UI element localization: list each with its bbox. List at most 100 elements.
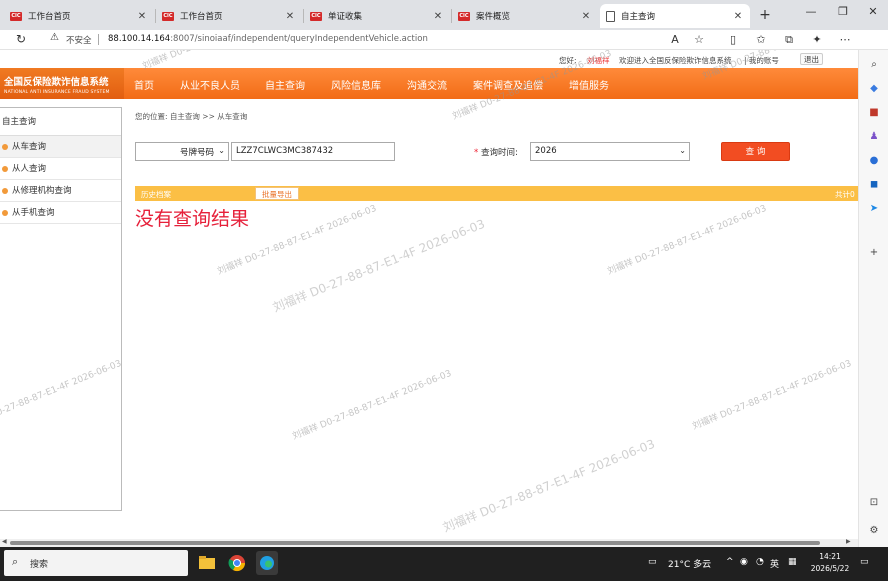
username: 刘福祥 bbox=[587, 56, 610, 65]
logo-subtitle: NATIONAL ANTI INSURANCE FRAUD SYSTEM bbox=[4, 90, 110, 95]
tab-document-collection[interactable]: CIC 单证收集 ✕ bbox=[304, 4, 450, 28]
watermark: 刘福祥 D0-27-88-87-E1-4F 2026-06-03 bbox=[270, 216, 487, 315]
screenshot-icon[interactable]: ⊡ bbox=[867, 496, 881, 510]
nav-bad-practitioners[interactable]: 从业不良人员 bbox=[180, 77, 240, 92]
chevron-down-icon: ⌄ bbox=[218, 146, 225, 155]
file-explorer-icon[interactable] bbox=[196, 551, 218, 575]
input-method-indicator[interactable]: 英 bbox=[770, 557, 779, 570]
tray-app-icon[interactable]: ◔ bbox=[756, 557, 764, 567]
collections-icon[interactable]: ⧉ bbox=[782, 33, 796, 47]
scroll-right-icon[interactable]: ▶ bbox=[846, 538, 851, 545]
search-form: 号牌号码 ⌄ LZZ7CLWC3MC387432 * 查询时间: 2026 ⌄ … bbox=[0, 142, 858, 162]
watermark: 刘福祥 D0-27-88-87-E1-4F 2026-06-03 bbox=[691, 358, 854, 433]
nav-case-investigation[interactable]: 案件调查及追偿 bbox=[473, 77, 543, 92]
nav-communication[interactable]: 沟通交流 bbox=[407, 77, 447, 92]
nav-home[interactable]: 首页 bbox=[134, 77, 154, 92]
picc-logo-icon: CIC bbox=[458, 11, 470, 21]
main-nav: 全国反保险欺诈信息系统 NATIONAL ANTI INSURANCE FRAU… bbox=[0, 68, 858, 99]
shopping-tag-icon[interactable]: ◆ bbox=[867, 82, 881, 96]
tab-self-query[interactable]: 自主查询 ✕ bbox=[600, 4, 750, 28]
more-menu-icon[interactable]: ⋯ bbox=[838, 33, 852, 46]
plate-number-input[interactable]: LZZ7CLWC3MC387432 bbox=[231, 142, 395, 161]
close-icon[interactable]: ✕ bbox=[432, 11, 444, 22]
weather-icon[interactable]: ▭ bbox=[648, 557, 657, 567]
add-icon[interactable]: + bbox=[867, 246, 881, 260]
send-icon[interactable]: ➤ bbox=[867, 202, 881, 216]
scroll-left-icon[interactable]: ◀ bbox=[2, 538, 7, 545]
browser-sidebar: ⌕ ◆ ■ ♟ ● ◼ ➤ + ⊡ ⚙ bbox=[858, 50, 888, 547]
maximize-button[interactable]: ❐ bbox=[832, 5, 854, 18]
my-account-link[interactable]: | 我的账号 bbox=[744, 55, 779, 66]
tab-case-overview[interactable]: CIC 案件概览 ✕ bbox=[452, 4, 598, 28]
search-icon: ⌕ bbox=[12, 555, 19, 568]
chevron-down-icon: ⌄ bbox=[679, 146, 686, 155]
query-time-label: * 查询时间: bbox=[474, 146, 518, 158]
close-icon[interactable]: ✕ bbox=[136, 11, 148, 22]
chevron-up-icon[interactable]: ^ bbox=[726, 557, 734, 567]
clock-date: 2026/5/22 bbox=[810, 564, 850, 573]
top-info-bar: 您好: 刘福祥 欢迎进入全国反保险欺诈信息系统 | 我的账号 退出 bbox=[0, 50, 858, 68]
notification-icon[interactable]: ▭ bbox=[860, 557, 869, 567]
security-label[interactable]: 不安全 bbox=[66, 34, 92, 46]
extension-icon[interactable]: ✦ bbox=[810, 33, 824, 46]
query-year-select[interactable]: 2026 ⌄ bbox=[530, 142, 690, 161]
batch-export-button[interactable]: 批量导出 bbox=[255, 187, 299, 200]
favorites-icon[interactable]: ✩ bbox=[754, 33, 768, 46]
tab-title: 自主查询 bbox=[621, 12, 656, 22]
tab-title: 单证收集 bbox=[328, 12, 363, 22]
toolbox-icon[interactable]: ■ bbox=[867, 106, 881, 120]
weather-text[interactable]: 21°C 多云 bbox=[668, 557, 711, 570]
new-tab-button[interactable]: + bbox=[756, 6, 774, 24]
web-page: 您好: 刘福祥 欢迎进入全国反保险欺诈信息系统 | 我的账号 退出 全国反保险欺… bbox=[0, 50, 858, 539]
tab-title: 案件概览 bbox=[476, 12, 511, 22]
tab-workbench-1[interactable]: CIC 工作台首页 ✕ bbox=[4, 4, 154, 28]
outlook-icon[interactable]: ◼ bbox=[867, 178, 881, 192]
history-tab[interactable]: 历史档案 bbox=[141, 189, 171, 200]
nav-self-query[interactable]: 自主查询 bbox=[265, 77, 305, 92]
nav-risk-database[interactable]: 风险信息库 bbox=[331, 77, 381, 92]
keyboard-layout-icon[interactable]: ▦ bbox=[788, 557, 797, 567]
tab-workbench-2[interactable]: CIC 工作台首页 ✕ bbox=[156, 4, 302, 28]
clock-time: 14:21 bbox=[819, 552, 841, 561]
url-host: 88.100.14.164 bbox=[108, 34, 171, 44]
bullet-icon bbox=[2, 209, 8, 216]
tab-strip: CIC 工作台首页 ✕ CIC 工作台首页 ✕ CIC 单证收集 ✕ CIC 案… bbox=[0, 0, 888, 30]
games-icon[interactable]: ♟ bbox=[867, 130, 881, 144]
query-year-value: 2026 bbox=[535, 146, 557, 156]
windows-taskbar: ⌕ 搜索 ▭ 21°C 多云 ^ ◉ ◔ 英 ▦ 14:21 2026/5/22… bbox=[0, 547, 888, 581]
system-clock[interactable]: 14:21 2026/5/22 bbox=[806, 551, 854, 575]
refresh-icon[interactable]: ↻ bbox=[16, 32, 26, 46]
scrollbar-thumb[interactable] bbox=[10, 541, 820, 545]
close-icon[interactable]: ✕ bbox=[580, 11, 592, 22]
divider bbox=[98, 34, 99, 45]
taskbar-search[interactable]: ⌕ 搜索 bbox=[4, 550, 188, 576]
bullet-icon bbox=[2, 165, 8, 172]
horizontal-scrollbar[interactable]: ◀ ▶ bbox=[0, 538, 858, 547]
tray-app-icon[interactable]: ◉ bbox=[740, 557, 748, 567]
favorite-star-icon[interactable]: ☆ bbox=[692, 33, 706, 46]
query-type-select[interactable]: 号牌号码 ⌄ bbox=[135, 142, 229, 161]
query-button[interactable]: 查 询 bbox=[721, 142, 790, 161]
sidebar-item-label: 从手机查询 bbox=[12, 207, 55, 218]
page-icon bbox=[606, 10, 615, 22]
split-screen-icon[interactable]: ▯ bbox=[726, 33, 740, 46]
search-icon[interactable]: ⌕ bbox=[867, 58, 881, 72]
watermark: 刘福祥 D0-27-88-87-E1-4F 2026-06-03 bbox=[606, 203, 769, 278]
sidebar-item-repair-shop-query[interactable]: 从修理机构查询 bbox=[0, 180, 121, 202]
minimize-button[interactable]: — bbox=[800, 5, 822, 18]
chrome-icon[interactable] bbox=[226, 551, 248, 575]
url-path: :8007/sinoiaaf/independent/queryIndepend… bbox=[170, 34, 428, 44]
close-icon[interactable]: ✕ bbox=[284, 11, 296, 22]
close-icon[interactable]: ✕ bbox=[732, 11, 744, 22]
warning-icon[interactable]: ⚠ bbox=[50, 32, 59, 43]
sidebar-item-phone-query[interactable]: 从手机查询 bbox=[0, 202, 121, 224]
watermark: 刘福祥 D0-27-88-87-E1-4F 2026-06-03 bbox=[440, 436, 657, 535]
copilot-icon[interactable]: ● bbox=[867, 154, 881, 168]
settings-icon[interactable]: ⚙ bbox=[867, 524, 881, 538]
url-field[interactable]: 88.100.14.164:8007/sinoiaaf/independent/… bbox=[108, 34, 428, 44]
edge-icon[interactable] bbox=[256, 551, 278, 575]
logout-button[interactable]: 退出 bbox=[800, 53, 823, 65]
close-window-button[interactable]: ✕ bbox=[862, 5, 884, 18]
read-aloud-icon[interactable]: A bbox=[668, 33, 682, 46]
nav-value-added[interactable]: 增值服务 bbox=[569, 77, 609, 92]
